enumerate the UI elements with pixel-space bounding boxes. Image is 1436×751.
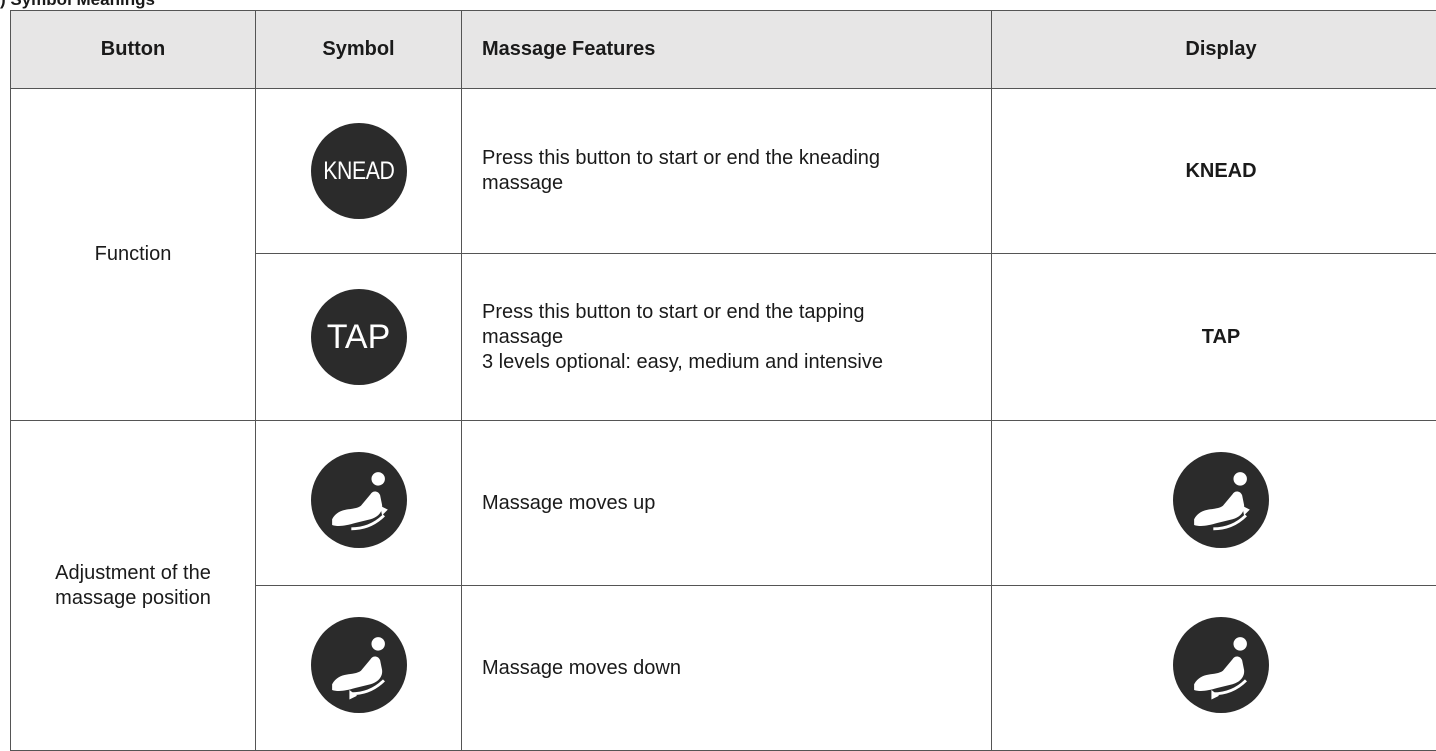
symbol-cell: TAP (256, 254, 462, 421)
chair-arrow-up-icon (311, 452, 407, 548)
display-cell (992, 586, 1436, 751)
display-cell: KNEAD (992, 89, 1436, 254)
display-cell: TAP (992, 254, 1436, 421)
table-header-row: Button Symbol Massage Features Display (11, 11, 1436, 89)
chair-arrow-down-icon (311, 617, 407, 713)
caption-text: Symbol Meanings (10, 0, 155, 9)
feature-cell: Press this button to start or end the kn… (462, 89, 992, 254)
header-massage-features: Massage Features (462, 11, 992, 89)
feature-cell: Massage moves down (462, 586, 992, 751)
header-button: Button (11, 11, 256, 89)
feature-cell: Massage moves up (462, 421, 992, 586)
header-symbol: Symbol (256, 11, 462, 89)
table-row: Function KNEAD Press this button to star… (11, 89, 1436, 254)
section-caption: ) Symbol Meanings (0, 0, 155, 10)
symbol-cell: KNEAD (256, 89, 462, 254)
display-tap-text: TAP (1202, 326, 1241, 348)
header-display: Display (992, 11, 1436, 89)
button-group-adjustment: Adjustment of the massage position (11, 421, 256, 751)
display-cell (992, 421, 1436, 586)
chair-arrow-up-icon (1173, 452, 1269, 548)
tap-button-icon: TAP (311, 289, 407, 385)
feature-cell: Press this button to start or end the ta… (462, 254, 992, 421)
button-group-function: Function (11, 89, 256, 421)
symbol-cell (256, 586, 462, 751)
symbol-meanings-table: Button Symbol Massage Features Display F… (10, 10, 1436, 751)
chair-arrow-down-icon (1173, 617, 1269, 713)
symbol-cell (256, 421, 462, 586)
table-row: Adjustment of the massage position Massa… (11, 421, 1436, 586)
knead-button-icon: KNEAD (311, 123, 407, 219)
display-knead-text: KNEAD (1185, 160, 1256, 182)
